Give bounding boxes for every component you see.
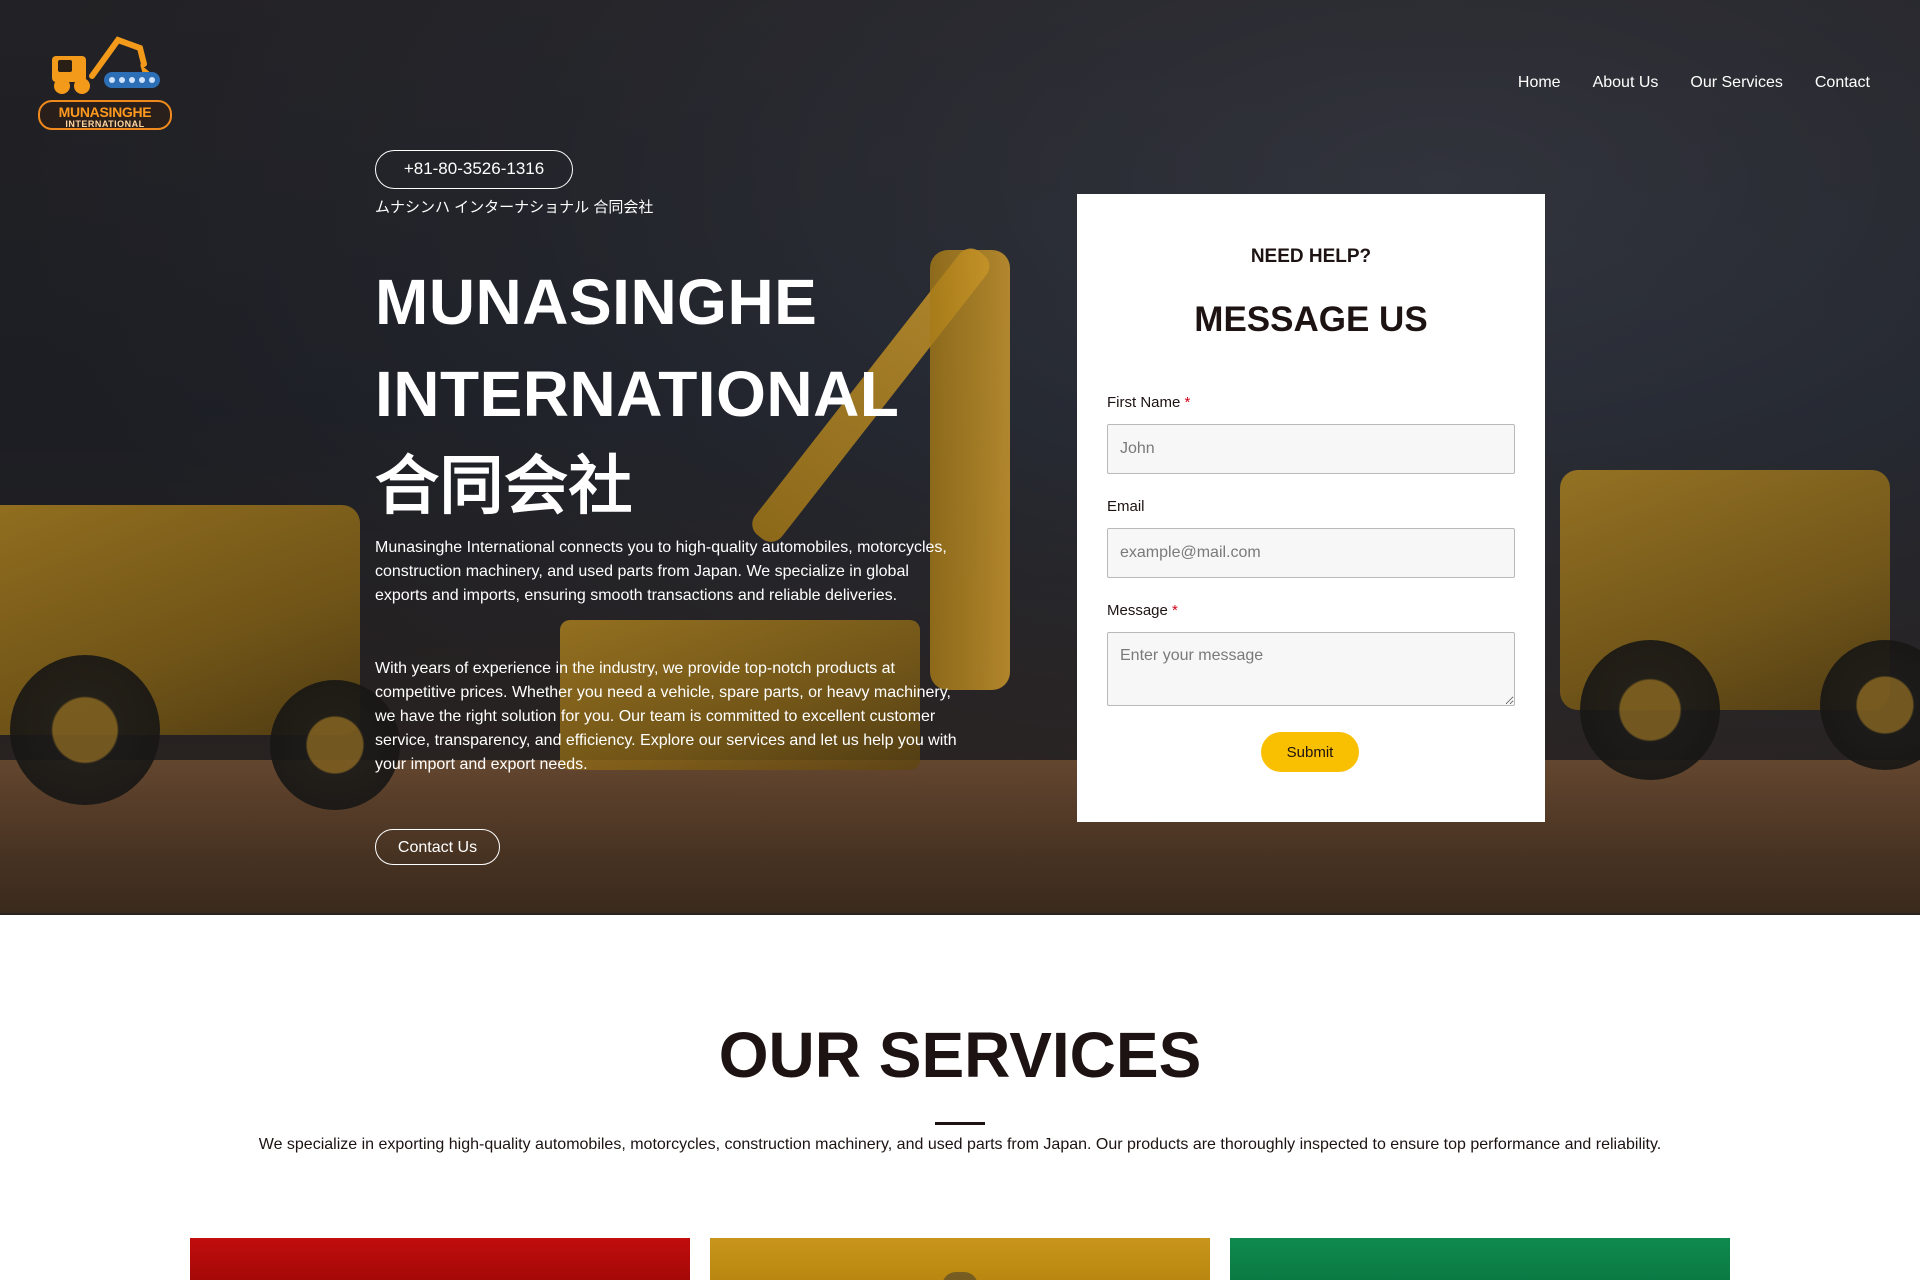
message-textarea[interactable] [1107,632,1515,706]
phone-button[interactable]: +81-80-3526-1316 [375,150,573,189]
nav-item-about-us[interactable]: About Us [1593,74,1659,92]
services-divider [935,1122,985,1125]
hero-paragraph-1: Munasinghe International connects you to… [375,539,947,604]
required-mark: * [1172,602,1178,619]
nav-item-home[interactable]: Home [1518,74,1561,92]
form-eyebrow: NEED HELP? [1250,246,1372,267]
message-label-text: Message [1107,602,1168,619]
email-input[interactable] [1107,528,1515,578]
main-nav: Home About Us Our Services Contact [1518,74,1870,92]
logo-line2: INTERNATIONAL [65,119,145,129]
nav-item-contact[interactable]: Contact [1815,74,1870,92]
required-mark: * [1184,394,1191,411]
hero-paragraph-2: With years of experience in the industry… [375,660,957,773]
service-card-2[interactable] [710,1238,1210,1280]
service-card-3[interactable] [1230,1238,1730,1280]
hero-title-line: 合同会社 [375,450,633,522]
hero-wheel [10,655,160,805]
hero-title-line: MUNASINGHE [375,266,818,338]
hero-section: MUNASINGHE INTERNATIONAL Home About Us O… [0,0,1920,915]
email-label: Email [1107,498,1145,515]
service-card-1[interactable] [190,1238,690,1280]
email-label-text: Email [1107,498,1145,515]
service-card-image [942,1272,978,1280]
services-title: OUR SERVICES [718,1019,1202,1091]
submit-button[interactable]: Submit [1261,732,1359,772]
logo-line1: MUNASINGHE [58,104,152,120]
nav-item-our-services[interactable]: Our Services [1690,74,1782,92]
message-form: NEED HELP? MESSAGE US First Name * Email… [1077,194,1545,822]
contact-us-button[interactable]: Contact Us [375,829,500,865]
first-name-input[interactable] [1107,424,1515,474]
site-logo[interactable]: MUNASINGHE INTERNATIONAL [38,32,174,134]
first-name-label-text: First Name [1107,394,1181,411]
form-title: MESSAGE US [1194,300,1428,339]
services-description: We specialize in exporting high-quality … [258,1136,1662,1153]
hero-title-line: INTERNATIONAL [375,358,900,430]
message-label: Message * [1107,602,1178,619]
japanese-company-name: ムナシンハ インターナショナル 合同会社 [375,199,654,216]
first-name-label: First Name * [1107,394,1190,411]
hero-title: MUNASINGHE INTERNATIONAL 合同会社 [375,256,975,532]
logo-wordmark: MUNASINGHE INTERNATIONAL [38,100,172,130]
excavator-logo-icon [52,36,160,94]
hero-wheel [1580,640,1720,780]
